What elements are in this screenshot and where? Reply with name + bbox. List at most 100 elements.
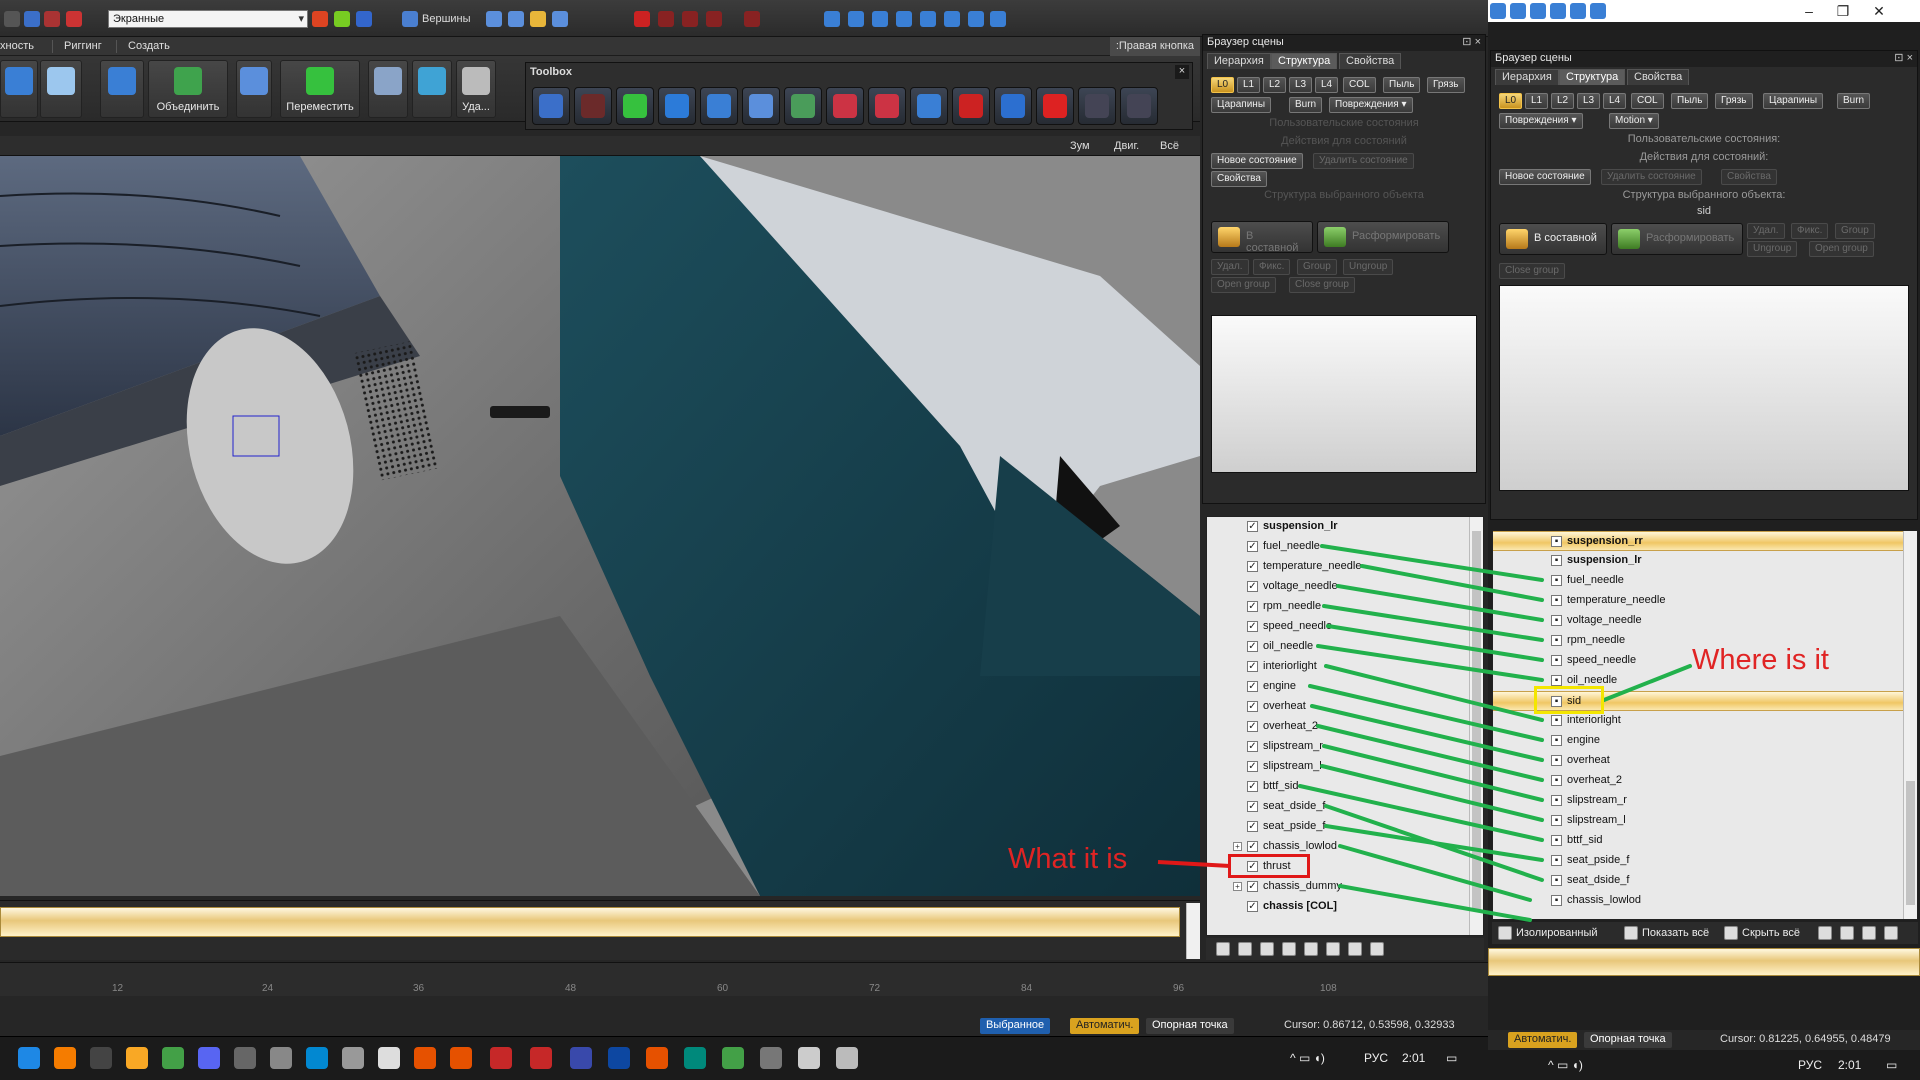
- delete-state-button[interactable]: Удалить состояние: [1313, 153, 1414, 169]
- close-group-button[interactable]: Close group: [1289, 277, 1355, 293]
- lod-chip-l1[interactable]: L1: [1237, 77, 1261, 93]
- open-group-button[interactable]: Open group: [1809, 241, 1874, 257]
- x-axis-icon[interactable]: [312, 11, 328, 27]
- menu-item-rigging[interactable]: Риггинг: [64, 40, 102, 52]
- tree-row[interactable]: ✓ oil_needle: [1207, 637, 1471, 657]
- tree-row[interactable]: ✓ slipstream_r: [1207, 737, 1471, 757]
- tool-flatten[interactable]: [910, 87, 948, 125]
- visibility-checkbox[interactable]: ✓: [1247, 701, 1258, 712]
- torus-icon[interactable]: [1570, 3, 1586, 19]
- snap-edge-icon[interactable]: [682, 11, 698, 27]
- timeline-track[interactable]: [0, 900, 1200, 960]
- lod-chip-l1[interactable]: L1: [1525, 93, 1549, 109]
- delete-state-button[interactable]: Удалить состояние: [1601, 169, 1702, 185]
- tool-mirror[interactable]: [742, 87, 780, 125]
- scene-tree-right[interactable]: ▪ suspension_rr ▪ suspension_lr ▪ fuel_need…: [1492, 530, 1918, 920]
- tree-row[interactable]: ✓ seat_pside_f: [1207, 817, 1471, 837]
- lod-chip-col[interactable]: COL: [1631, 93, 1664, 109]
- undo-icon[interactable]: [24, 11, 40, 27]
- damage-dropdown[interactable]: Повреждения: [1329, 97, 1413, 113]
- visibility-checkbox[interactable]: ▪: [1551, 735, 1562, 746]
- ribbon-box-button[interactable]: [40, 60, 82, 118]
- fix-button[interactable]: Фикс.: [1253, 259, 1291, 275]
- tool-rotate[interactable]: [658, 87, 696, 125]
- hide-all-icon[interactable]: [1724, 926, 1738, 940]
- state-properties-button[interactable]: Свойства: [1211, 171, 1267, 187]
- sort-icon[interactable]: [1326, 942, 1340, 956]
- chip-dirt[interactable]: Грязь: [1715, 93, 1753, 109]
- y-axis-icon[interactable]: [334, 11, 350, 27]
- make-compound-button[interactable]: В составной: [1211, 221, 1313, 254]
- new-icon[interactable]: [4, 11, 20, 27]
- motion-dropdown[interactable]: Motion: [1609, 113, 1659, 129]
- select-objects-icon[interactable]: [530, 11, 546, 27]
- tool-undo[interactable]: [532, 87, 570, 125]
- tray-clock[interactable]: 2:01: [1402, 1051, 1425, 1065]
- tree-row[interactable]: ▪ interiorlight: [1493, 711, 1905, 731]
- disband-button[interactable]: Расформировать: [1611, 223, 1743, 255]
- tool-redo[interactable]: [574, 87, 612, 125]
- app-icon[interactable]: [798, 1047, 820, 1069]
- snap-face-icon[interactable]: [706, 11, 722, 27]
- mirror-button[interactable]: [236, 60, 272, 118]
- tool-boolean[interactable]: [994, 87, 1032, 125]
- tree-row[interactable]: ▪ suspension_lr: [1493, 551, 1905, 571]
- visibility-checkbox[interactable]: ✓: [1247, 801, 1258, 812]
- visibility-checkbox[interactable]: ✓: [1247, 821, 1258, 832]
- group-button[interactable]: Group: [1297, 259, 1337, 275]
- maximize-button[interactable]: ❐: [1828, 2, 1858, 20]
- bones-icon[interactable]: [920, 11, 936, 27]
- chip-dirt[interactable]: Грязь: [1427, 77, 1465, 93]
- active-app-icon[interactable]: [490, 1047, 512, 1069]
- tree-row[interactable]: ▪ overheat: [1493, 751, 1905, 771]
- app-icon[interactable]: [760, 1047, 782, 1069]
- tab-hierarchy[interactable]: Иерархия: [1207, 53, 1271, 69]
- sphere-icon[interactable]: [1550, 3, 1566, 19]
- tree-row[interactable]: + ✓ chassis_dummy: [1207, 877, 1471, 897]
- lod-chip-l0[interactable]: L0: [1499, 93, 1523, 109]
- ungroup-button[interactable]: Ungroup: [1343, 259, 1394, 275]
- notification-icon[interactable]: ▭: [1446, 1051, 1457, 1065]
- tool-sphere[interactable]: [1036, 87, 1074, 125]
- visibility-checkbox[interactable]: ✓: [1247, 621, 1258, 632]
- tree-row[interactable]: ▪ slipstream_l: [1493, 811, 1905, 831]
- tree-row[interactable]: ✓ overheat: [1207, 697, 1471, 717]
- notification-icon[interactable]: ▭: [1886, 1058, 1897, 1072]
- show-all-icon[interactable]: [1624, 926, 1638, 940]
- visibility-checkbox[interactable]: ▪: [1551, 536, 1562, 547]
- tree-row[interactable]: ✓ interiorlight: [1207, 657, 1471, 677]
- zoom-button[interactable]: Зум: [1070, 140, 1090, 152]
- chip-dust[interactable]: Пыль: [1383, 77, 1421, 93]
- tray-language[interactable]: РУС: [1798, 1058, 1822, 1072]
- tree-row[interactable]: ▪ seat_pside_f: [1493, 851, 1905, 871]
- firefox-app-icon[interactable]: [54, 1047, 76, 1069]
- hide-all-icon[interactable]: [1260, 942, 1274, 956]
- ribbon-move-to-button[interactable]: [100, 60, 144, 118]
- chip-scratches[interactable]: Царапины: [1211, 97, 1272, 113]
- tree-row[interactable]: ✓ bttf_sid: [1207, 777, 1471, 797]
- torus-icon[interactable]: [968, 11, 984, 27]
- tab-properties[interactable]: Свойства: [1627, 69, 1690, 85]
- delete-small-button[interactable]: Удал.: [1747, 223, 1785, 239]
- visibility-checkbox[interactable]: ✓: [1247, 881, 1258, 892]
- tray-icons[interactable]: ^ ▭ ◖): [1548, 1058, 1583, 1072]
- close-window-button[interactable]: ✕: [1864, 2, 1894, 20]
- visibility-checkbox[interactable]: ▪: [1551, 795, 1562, 806]
- tree-row[interactable]: ✓ overheat_2: [1207, 717, 1471, 737]
- visibility-checkbox[interactable]: ✓: [1247, 681, 1258, 692]
- tool-align[interactable]: [826, 87, 864, 125]
- visibility-checkbox[interactable]: ▪: [1551, 835, 1562, 846]
- chip-scratches[interactable]: Царапины: [1763, 93, 1824, 109]
- move-button[interactable]: Переместить: [280, 60, 360, 118]
- chip-burn[interactable]: Burn: [1289, 97, 1323, 113]
- tree-row[interactable]: ✓ chassis [COL]: [1207, 897, 1471, 917]
- tool-disabled-2[interactable]: [1120, 87, 1158, 125]
- fix-button[interactable]: Фикс.: [1791, 223, 1829, 239]
- visibility-checkbox[interactable]: ✓: [1247, 841, 1258, 852]
- group-button[interactable]: Group: [1835, 223, 1875, 239]
- tree-row[interactable]: ✓ voltage_needle: [1207, 577, 1471, 597]
- app-icon[interactable]: [162, 1047, 184, 1069]
- visibility-checkbox[interactable]: ✓: [1247, 761, 1258, 772]
- select-faces-icon[interactable]: [508, 11, 524, 27]
- app-icon[interactable]: [234, 1047, 256, 1069]
